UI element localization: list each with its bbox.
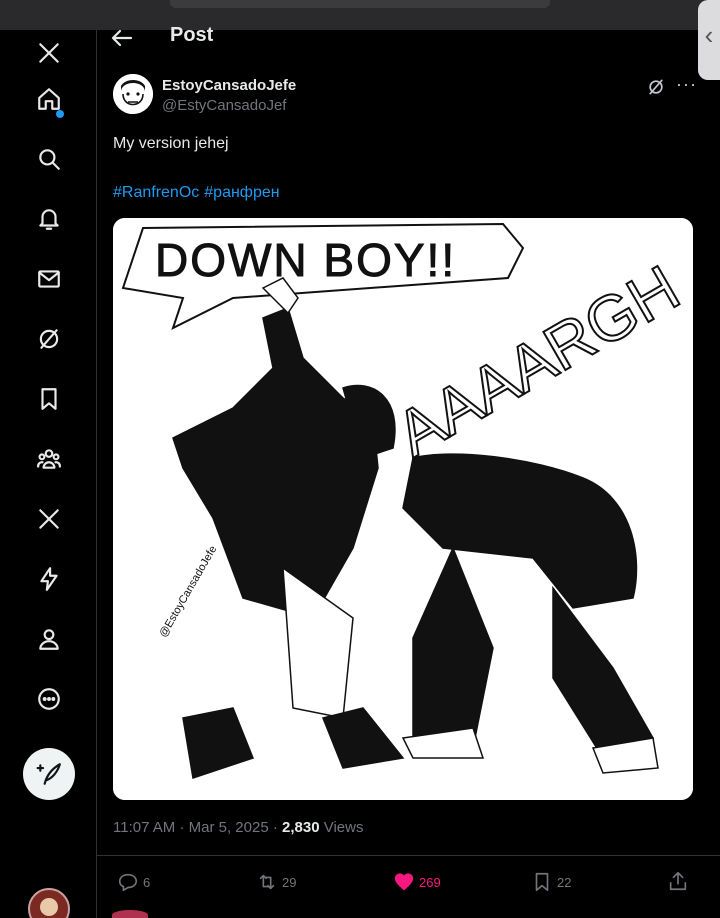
arrow-left-icon [111,29,133,47]
author-handle[interactable]: @EstyCansadoJef [162,97,286,114]
communities-icon[interactable] [34,444,64,474]
x-logo-icon[interactable] [34,38,64,68]
bookmark-button[interactable]: 22 [531,870,571,894]
profile-icon[interactable] [34,624,64,654]
bookmark-icon[interactable] [34,384,64,414]
side-panel-tab[interactable]: ‹ [698,0,720,80]
bookmark-icon [535,872,549,892]
post-image[interactable]: DOWN BOY!! AAAARGH @EstoyCansadoJefe [113,218,693,800]
grok-icon[interactable] [34,324,64,354]
views-label: Views [323,819,364,836]
compose-post-icon [36,763,61,785]
hashtag-link[interactable]: #RanfrenOc [113,184,199,201]
heart-icon [394,873,414,891]
post-header: Post [97,24,697,50]
post-time[interactable]: 11:07 AM [113,819,175,836]
lightning-icon[interactable] [34,564,64,594]
meta-separator: · [272,819,278,836]
like-count: 269 [419,874,441,890]
page-title: Post [170,24,214,46]
home-notification-dot [56,110,64,118]
compose-post-button[interactable] [23,748,75,800]
repost-icon [259,874,275,890]
reply-icon [118,873,138,892]
reply-count: 6 [143,874,151,890]
mail-icon[interactable] [34,264,64,294]
author-avatar[interactable] [113,74,153,114]
grok-icon [649,79,663,95]
grok-explain-button[interactable] [646,77,668,99]
back-button[interactable] [111,28,135,48]
repost-button[interactable]: 29 [256,870,296,894]
premium-x-icon[interactable] [34,504,64,534]
reply-button[interactable]: 6 [117,870,150,894]
search-icon[interactable] [34,144,64,174]
share-button[interactable] [667,870,689,897]
hashtag-list: #RanfrenOc #ранфрен [113,184,285,202]
image-caption: DOWN BOY!! [155,234,456,286]
more-options-button[interactable]: ··· [676,74,697,95]
post-date[interactable]: Mar 5, 2025 [189,819,269,836]
drawing-illustration: DOWN BOY!! AAAARGH @EstoyCansadoJefe [113,218,693,800]
repost-count: 29 [282,874,297,890]
hashtag-link[interactable]: #ранфрен [204,184,279,201]
meta-divider [97,855,720,856]
like-button[interactable]: 269 [393,870,441,894]
more-circle-icon[interactable] [34,684,64,714]
share-icon [669,871,687,891]
meta-separator: · [179,819,185,836]
browser-top-strip [0,0,720,30]
post-meta: 11:07 AM · Mar 5, 2025 · 2,830 Views [113,819,363,836]
bell-icon[interactable] [34,204,64,234]
views-count: 2,830 [282,819,320,836]
post-text: My version jehej [113,135,229,152]
next-reply-avatar[interactable] [112,910,148,918]
address-pill [170,0,550,8]
sidebar-divider [96,30,97,918]
bookmark-count: 22 [557,874,572,890]
author-name[interactable]: EstoyCansadoJefe [162,77,296,94]
